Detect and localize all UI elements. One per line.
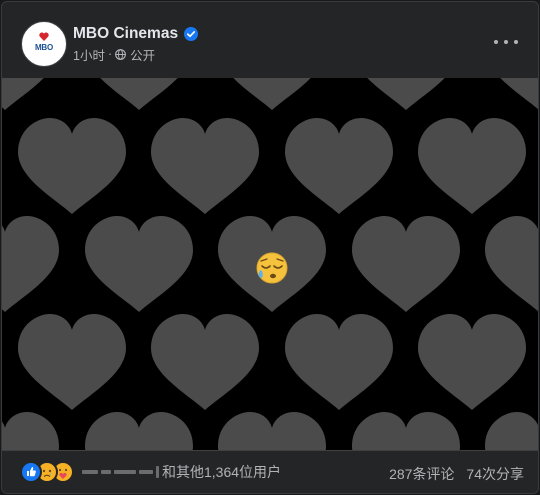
more-dot-icon bbox=[514, 40, 518, 44]
shares-count[interactable]: 74次分享 bbox=[466, 464, 524, 484]
heart-shape bbox=[85, 78, 193, 110]
reactor-names[interactable]: 和其他1,364位用户 bbox=[82, 462, 281, 482]
meta-separator: · bbox=[107, 47, 113, 61]
post-image[interactable] bbox=[2, 78, 538, 450]
sleepy-face-emoji-icon bbox=[256, 252, 288, 284]
name-row: MBO Cinemas bbox=[73, 23, 199, 45]
heart-shape bbox=[285, 118, 393, 214]
heart-shape bbox=[285, 314, 393, 410]
avatar-logo-text: MBO bbox=[34, 43, 54, 52]
heart-shape bbox=[485, 412, 538, 450]
heart-shape bbox=[218, 78, 326, 110]
redacted-name bbox=[139, 470, 153, 474]
like-reaction-icon bbox=[20, 461, 42, 483]
heart-shape bbox=[2, 216, 59, 312]
post-time[interactable]: 1小时 bbox=[73, 45, 105, 64]
heart-shape bbox=[485, 78, 538, 110]
post-audience[interactable]: 公开 bbox=[130, 45, 155, 64]
heart-logo-icon bbox=[39, 32, 49, 41]
heart-shape bbox=[352, 412, 460, 450]
heart-shape bbox=[85, 216, 193, 312]
redacted-name bbox=[82, 470, 98, 474]
heart-shape bbox=[352, 78, 460, 110]
verified-badge-icon bbox=[184, 27, 199, 41]
more-dot-icon bbox=[504, 40, 508, 44]
comments-count[interactable]: 287条评论 bbox=[389, 464, 454, 484]
heart-shape bbox=[485, 216, 538, 312]
reaction-summary[interactable]: 和其他1,364位用户 bbox=[162, 462, 281, 482]
post-header: MBO MBO Cinemas 1小时 · 公开 bbox=[2, 2, 538, 78]
redacted-name bbox=[156, 466, 159, 478]
more-dot-icon bbox=[494, 40, 498, 44]
hearts-pattern-image bbox=[2, 78, 538, 450]
heart-shape bbox=[151, 118, 259, 214]
heart-shape bbox=[151, 314, 259, 410]
heart-shape bbox=[2, 78, 59, 110]
redacted-name bbox=[101, 470, 111, 474]
post-footer: 和其他1,364位用户 287条评论 74次分享 bbox=[2, 450, 538, 493]
page-avatar[interactable]: MBO bbox=[21, 21, 67, 67]
reactions-bar[interactable]: 和其他1,364位用户 bbox=[20, 461, 281, 483]
heart-shape bbox=[418, 118, 526, 214]
heart-shape bbox=[218, 412, 326, 450]
post-card: MBO MBO Cinemas 1小时 · 公开 和其他1,364位用户 287… bbox=[1, 1, 539, 494]
heart-shape bbox=[2, 412, 59, 450]
heart-shape bbox=[18, 314, 126, 410]
post-meta: 1小时 · 公开 bbox=[73, 45, 155, 64]
heart-shape bbox=[418, 314, 526, 410]
heart-shape bbox=[18, 118, 126, 214]
page-name[interactable]: MBO Cinemas bbox=[73, 25, 178, 43]
redacted-name bbox=[114, 470, 136, 474]
globe-icon bbox=[115, 48, 127, 60]
more-options-button[interactable] bbox=[494, 34, 518, 50]
heart-shape bbox=[85, 412, 193, 450]
heart-shape bbox=[352, 216, 460, 312]
post-stats: 287条评论 74次分享 bbox=[377, 464, 524, 484]
